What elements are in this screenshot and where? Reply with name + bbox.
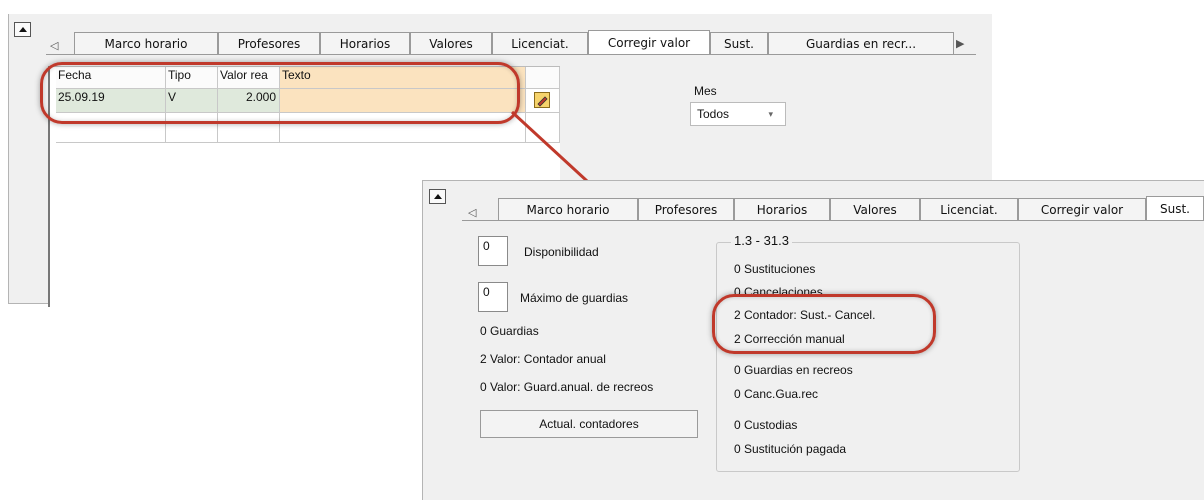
actual-contadores-button[interactable]: Actual. contadores: [480, 410, 698, 438]
valor-contador-anual: 2 Valor: Contador anual: [480, 352, 606, 366]
period-groupbox: [716, 242, 1020, 472]
guardias-en-recreos-count: 0 Guardias en recreos: [734, 363, 853, 377]
max-guardias-label: Máximo de guardias: [520, 291, 629, 305]
period-title: 1.3 - 31.3: [731, 233, 792, 248]
sustitucion-pagada-count: 0 Sustitución pagada: [734, 442, 847, 456]
tab-licenciat[interactable]: Licenciat.: [920, 198, 1018, 220]
tab-underline: [462, 220, 1204, 221]
valor-guard-anual-recreos: 0 Valor: Guard.anual. de recreos: [480, 380, 654, 394]
custodias-count: 0 Custodias: [734, 418, 798, 432]
tab-corregir-valor[interactable]: Corregir valor: [1018, 198, 1146, 220]
tab-profesores[interactable]: Profesores: [638, 198, 734, 220]
canc-gua-rec-count: 0 Canc.Gua.rec: [734, 387, 819, 401]
disponibilidad-field[interactable]: 0: [478, 236, 508, 266]
contador-sust-cancel: 2 Contador: Sust.- Cancel.: [734, 308, 876, 322]
sustituciones-count: 0 Sustituciones: [734, 262, 816, 276]
cancelaciones-count: 0 Cancelaciones: [734, 285, 823, 299]
tab-marco-horario[interactable]: Marco horario: [498, 198, 638, 220]
guardias-count: 0 Guardias: [480, 324, 539, 338]
collapse-up-icon[interactable]: [429, 189, 446, 204]
front-tabstrip: Marco horario Profesores Horarios Valore…: [480, 196, 1204, 221]
tab-valores[interactable]: Valores: [830, 198, 920, 220]
tab-horarios[interactable]: Horarios: [734, 198, 830, 220]
correccion-manual: 2 Corrección manual: [734, 332, 845, 346]
max-guardias-field[interactable]: 0: [478, 282, 508, 312]
disponibilidad-label: Disponibilidad: [524, 245, 599, 259]
tab-sust[interactable]: Sust.: [1146, 196, 1204, 221]
tab-scroll-left-icon[interactable]: ◁: [468, 206, 476, 219]
